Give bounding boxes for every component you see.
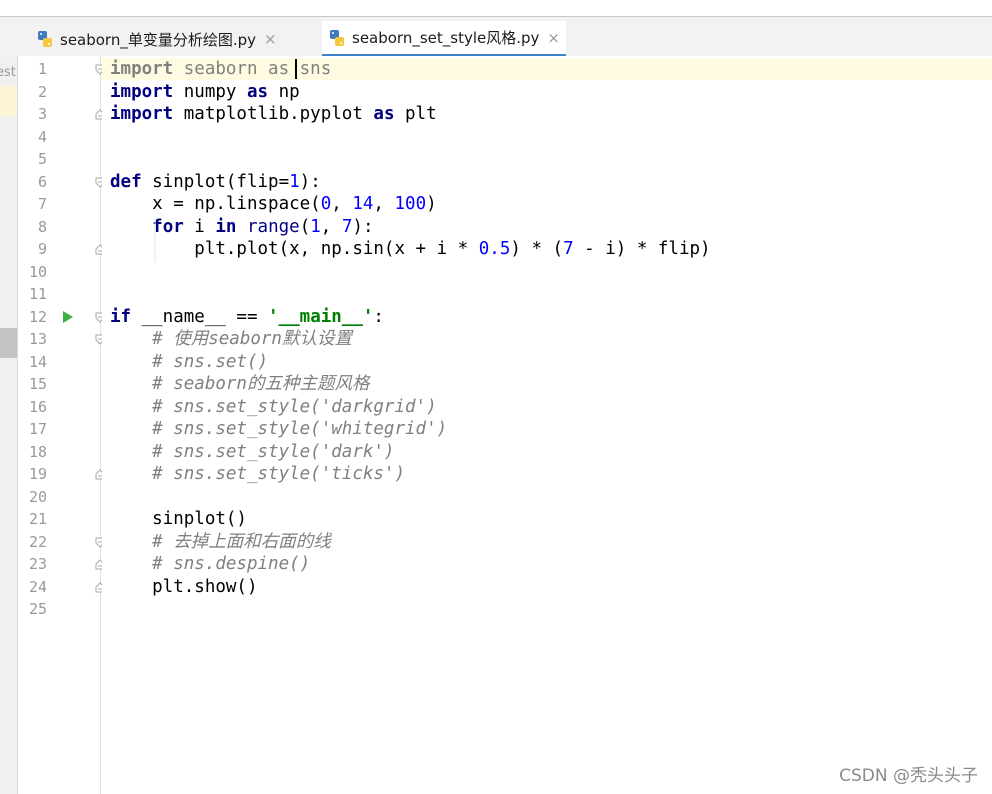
- line-number: 4: [37, 127, 47, 146]
- code-line-9[interactable]: plt.plot(x, np.sin(x + i * 0.5) * (7 - i…: [110, 238, 710, 260]
- code-line-12[interactable]: if __name__ == '__main__':: [110, 306, 384, 328]
- line-number: 12: [28, 307, 47, 326]
- line-number: 2: [37, 82, 47, 101]
- code-line-17[interactable]: # sns.set_style('whitegrid'): [110, 418, 447, 440]
- line-number-gutter[interactable]: 1 2 3 4 5 6 7 8 9 10 11 12 13 14 15 16 1…: [19, 56, 105, 794]
- line-number: 22: [28, 532, 47, 551]
- code-line-15[interactable]: # seaborn的五种主题风格: [110, 373, 369, 395]
- code-line-23[interactable]: # sns.despine(): [110, 553, 310, 575]
- tab-label: seaborn_单变量分析绘图.py: [60, 30, 257, 49]
- watermark: CSDN @秃头头子: [839, 766, 978, 786]
- indent-guide: [154, 216, 156, 262]
- line-number: 7: [37, 195, 47, 213]
- code-line-16[interactable]: # sns.set_style('darkgrid'): [110, 396, 436, 418]
- line-number: 18: [28, 442, 47, 461]
- editor-tab-bar: seaborn_单变量分析绘图.py × seaborn_set_style风格…: [0, 16, 992, 57]
- line-number: 19: [28, 465, 47, 483]
- line-number: 5: [37, 150, 47, 168]
- line-number: 20: [28, 487, 47, 506]
- close-tab-icon[interactable]: ×: [264, 30, 277, 48]
- line-number: 11: [28, 285, 47, 303]
- text-caret: [295, 59, 297, 79]
- line-number: 17: [28, 420, 47, 438]
- close-tab-icon[interactable]: ×: [547, 29, 560, 47]
- code-line-19[interactable]: # sns.set_style('ticks'): [110, 463, 405, 485]
- line-number: 24: [28, 577, 47, 596]
- code-line-14[interactable]: # sns.set(): [110, 351, 268, 373]
- code-line-6[interactable]: def sinplot(flip=1):: [110, 171, 321, 193]
- code-line-2[interactable]: import numpy as np: [110, 81, 300, 103]
- line-number: 14: [28, 352, 47, 371]
- code-line-24[interactable]: plt.show(): [110, 576, 257, 598]
- python-file-icon: [330, 29, 344, 46]
- line-number: 3: [37, 105, 47, 123]
- code-line-7[interactable]: x = np.linspace(0, 14, 100): [110, 193, 437, 215]
- tab-label: seaborn_set_style风格.py: [352, 29, 540, 47]
- code-line-1[interactable]: import seaborn as sns: [110, 58, 331, 80]
- code-editor[interactable]: import seaborn as sns import numpy as np…: [102, 56, 992, 794]
- tab-seaborn-univariate[interactable]: seaborn_单变量分析绘图.py ×: [30, 21, 283, 57]
- code-line-8[interactable]: for i in range(1, 7):: [110, 216, 373, 238]
- run-icon[interactable]: [62, 310, 74, 324]
- line-number: 6: [37, 172, 47, 191]
- line-number: 25: [28, 600, 47, 618]
- line-number: 9: [37, 240, 47, 258]
- project-panel-edge[interactable]: est: [0, 56, 18, 794]
- panel-highlight: [0, 86, 17, 116]
- code-line-22[interactable]: # 去掉上面和右面的线: [110, 531, 331, 553]
- project-panel-text-fragment: est: [0, 65, 16, 80]
- code-line-18[interactable]: # sns.set_style('dark'): [110, 441, 394, 463]
- line-number: 1: [37, 60, 47, 78]
- code-line-21[interactable]: sinplot(): [110, 508, 247, 530]
- line-number: 15: [28, 375, 47, 393]
- window-top-strip: [0, 0, 992, 16]
- line-number: 16: [28, 397, 47, 416]
- line-number: 21: [28, 510, 47, 528]
- line-number: 8: [37, 217, 47, 236]
- python-file-icon: [38, 31, 52, 47]
- panel-scroll-thumb[interactable]: [0, 328, 17, 358]
- line-number: 13: [28, 330, 47, 348]
- tab-seaborn-set-style[interactable]: seaborn_set_style风格.py ×: [322, 21, 566, 57]
- code-line-3[interactable]: import matplotlib.pyplot as plt: [110, 103, 437, 125]
- line-number: 23: [28, 555, 47, 573]
- code-line-13[interactable]: # 使用seaborn默认设置: [110, 328, 352, 350]
- line-number: 10: [28, 262, 47, 281]
